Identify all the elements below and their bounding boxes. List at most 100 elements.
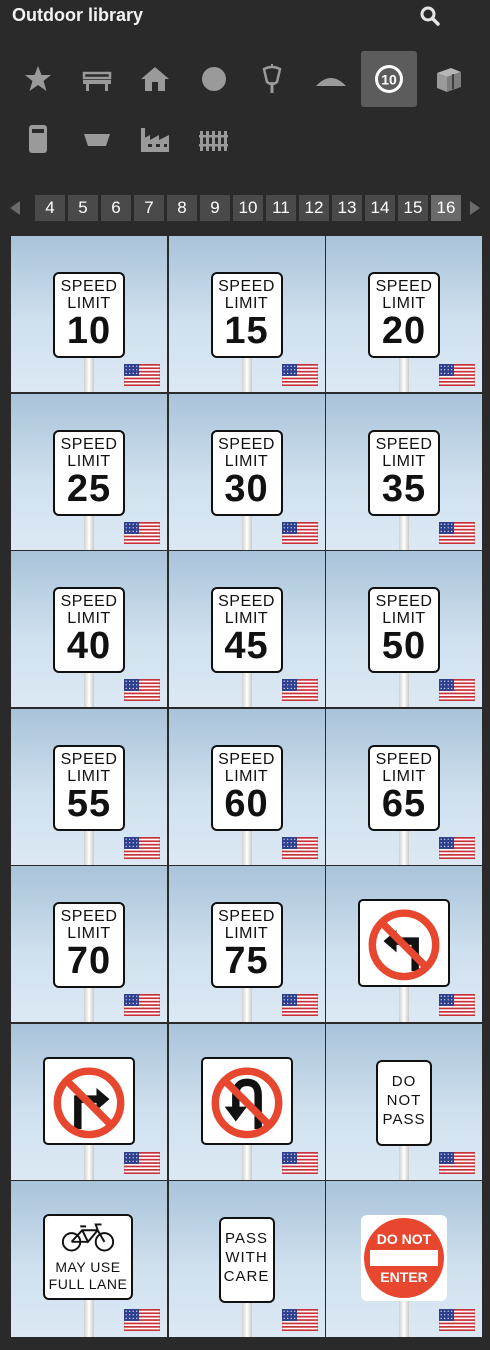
sign-text-speed: SPEED <box>60 278 118 295</box>
sign-text-limit: LIMIT <box>67 452 111 470</box>
page-16-button[interactable]: 16 <box>431 195 461 221</box>
us-flag-icon <box>124 364 160 386</box>
asset-tile[interactable]: PASS WITH CARE <box>168 1181 325 1337</box>
category-box-button[interactable] <box>420 51 476 107</box>
speed-limit-sign: SPEED LIMIT 45 <box>210 587 283 673</box>
us-flag-icon <box>124 521 160 544</box>
us-flag-icon <box>439 679 475 701</box>
sign-text-line: PASS <box>382 1110 426 1128</box>
pagination: 4 5 6 7 8 9 10 11 12 13 14 15 16 <box>0 195 490 221</box>
asset-tile[interactable]: DO NOT PASS <box>326 1023 482 1180</box>
asset-tile[interactable]: SPEED LIMIT 50 <box>326 551 482 707</box>
sign-speed-value: 20 <box>381 310 427 352</box>
category-road-sign-10-button[interactable]: 10 <box>361 51 417 107</box>
bike-lane-sign: MAY USE FULL LANE <box>43 1214 133 1300</box>
library-title: Outdoor library <box>12 5 144 25</box>
page-7-button[interactable]: 7 <box>134 195 164 221</box>
sign-speed-value: 45 <box>224 625 269 667</box>
prev-page-arrow-icon[interactable] <box>8 199 22 217</box>
asset-tile[interactable]: SPEED LIMIT 30 <box>168 393 325 550</box>
page-15-button[interactable]: 15 <box>398 195 428 221</box>
page-14-button[interactable]: 14 <box>365 195 395 221</box>
category-star-button[interactable] <box>10 51 66 107</box>
us-flag-icon <box>124 1309 160 1331</box>
category-planter-button[interactable] <box>69 111 125 167</box>
page-9-button[interactable]: 9 <box>200 195 230 221</box>
page-4-button[interactable]: 4 <box>35 195 65 221</box>
house-icon <box>141 67 169 91</box>
us-flag-icon <box>124 1151 160 1174</box>
asset-tile[interactable] <box>326 866 482 1022</box>
speed-limit-sign: SPEED LIMIT 10 <box>53 272 125 358</box>
us-flag-icon <box>281 679 318 701</box>
sign-speed-value: 25 <box>66 467 112 510</box>
asset-tile[interactable]: SPEED LIMIT 10 <box>11 236 167 392</box>
asset-tile[interactable]: SPEED LIMIT 70 <box>11 866 167 1022</box>
category-cabinet-button[interactable] <box>10 111 66 167</box>
sign-text-speed: SPEED <box>218 593 275 610</box>
asset-tile[interactable]: SPEED LIMIT 65 <box>326 708 482 865</box>
page-10-button[interactable]: 10 <box>233 195 263 221</box>
factory-icon <box>141 128 169 152</box>
next-page-arrow-icon[interactable] <box>468 199 482 217</box>
sign-text-line: DO <box>391 1072 417 1090</box>
sign-text-speed: SPEED <box>375 435 433 453</box>
sign-text-limit: LIMIT <box>67 767 111 785</box>
svg-text:10: 10 <box>381 72 397 88</box>
speed-limit-sign: SPEED LIMIT 50 <box>368 587 440 673</box>
asset-tile[interactable]: SPEED LIMIT 25 <box>11 393 167 550</box>
sign-text-limit: LIMIT <box>224 452 269 470</box>
asset-tile[interactable]: SPEED LIMIT 45 <box>168 551 325 707</box>
asset-tile[interactable]: DO NOT ENTER <box>326 1181 482 1337</box>
asset-tile[interactable]: SPEED LIMIT 75 <box>168 866 325 1022</box>
sign-text-limit: LIMIT <box>382 452 426 470</box>
do-not-enter-sign: DO NOT ENTER <box>360 1214 448 1302</box>
page-12-button[interactable]: 12 <box>299 195 329 221</box>
category-fence-button[interactable] <box>186 111 242 167</box>
speed-limit-sign: SPEED LIMIT 75 <box>210 902 283 988</box>
asset-tile[interactable]: SPEED LIMIT 40 <box>11 551 167 707</box>
page-5-button[interactable]: 5 <box>68 195 98 221</box>
category-house-button[interactable] <box>127 51 183 107</box>
asset-tile[interactable]: SPEED LIMIT 55 <box>11 708 167 865</box>
us-flag-icon <box>281 994 318 1016</box>
no-u-turn-symbol <box>211 1066 282 1138</box>
sign-text-speed: SPEED <box>218 750 275 768</box>
page-8-button[interactable]: 8 <box>167 195 197 221</box>
asset-tile[interactable]: SPEED LIMIT 60 <box>168 708 325 865</box>
page-11-button[interactable]: 11 <box>266 195 296 221</box>
sign-text-speed: SPEED <box>60 908 118 925</box>
no-right-turn-symbol <box>53 1066 125 1138</box>
category-circle-button[interactable] <box>186 51 242 107</box>
asset-tile[interactable] <box>168 1023 325 1180</box>
speed-limit-sign: SPEED LIMIT 55 <box>53 744 125 831</box>
sign-text-speed: SPEED <box>218 908 275 925</box>
no-right-turn-sign <box>43 1056 135 1145</box>
page-6-button[interactable]: 6 <box>101 195 131 221</box>
sign-text-speed: SPEED <box>375 593 433 610</box>
us-flag-icon <box>439 836 475 859</box>
speed-limit-sign: SPEED LIMIT 30 <box>210 429 283 516</box>
bicycle-icon <box>61 1223 115 1252</box>
no-left-turn-symbol <box>368 909 440 981</box>
category-lantern-button[interactable] <box>244 51 300 107</box>
category-bench-button[interactable] <box>69 51 125 107</box>
text-sign: DO NOT PASS <box>376 1059 432 1146</box>
speed-limit-sign: SPEED LIMIT 40 <box>53 587 125 673</box>
circle-icon <box>201 67 226 91</box>
page-13-button[interactable]: 13 <box>332 195 362 221</box>
speed-limit-sign: SPEED LIMIT 25 <box>53 429 125 516</box>
category-factory-button[interactable] <box>127 111 183 167</box>
sign-speed-value: 50 <box>381 625 427 667</box>
us-flag-icon <box>281 1151 318 1174</box>
box-icon <box>436 68 461 92</box>
sign-text-limit: LIMIT <box>224 767 269 785</box>
asset-tile[interactable]: SPEED LIMIT 35 <box>326 393 482 550</box>
asset-tile[interactable]: SPEED LIMIT 15 <box>168 236 325 392</box>
asset-tile[interactable]: SPEED LIMIT 20 <box>326 236 482 392</box>
category-mound-button[interactable] <box>303 51 359 107</box>
search-icon[interactable] <box>418 4 442 28</box>
asset-tile[interactable] <box>11 1023 167 1180</box>
asset-tile[interactable]: MAY USE FULL LANE <box>11 1181 167 1337</box>
sign-speed-value: 15 <box>224 310 269 352</box>
